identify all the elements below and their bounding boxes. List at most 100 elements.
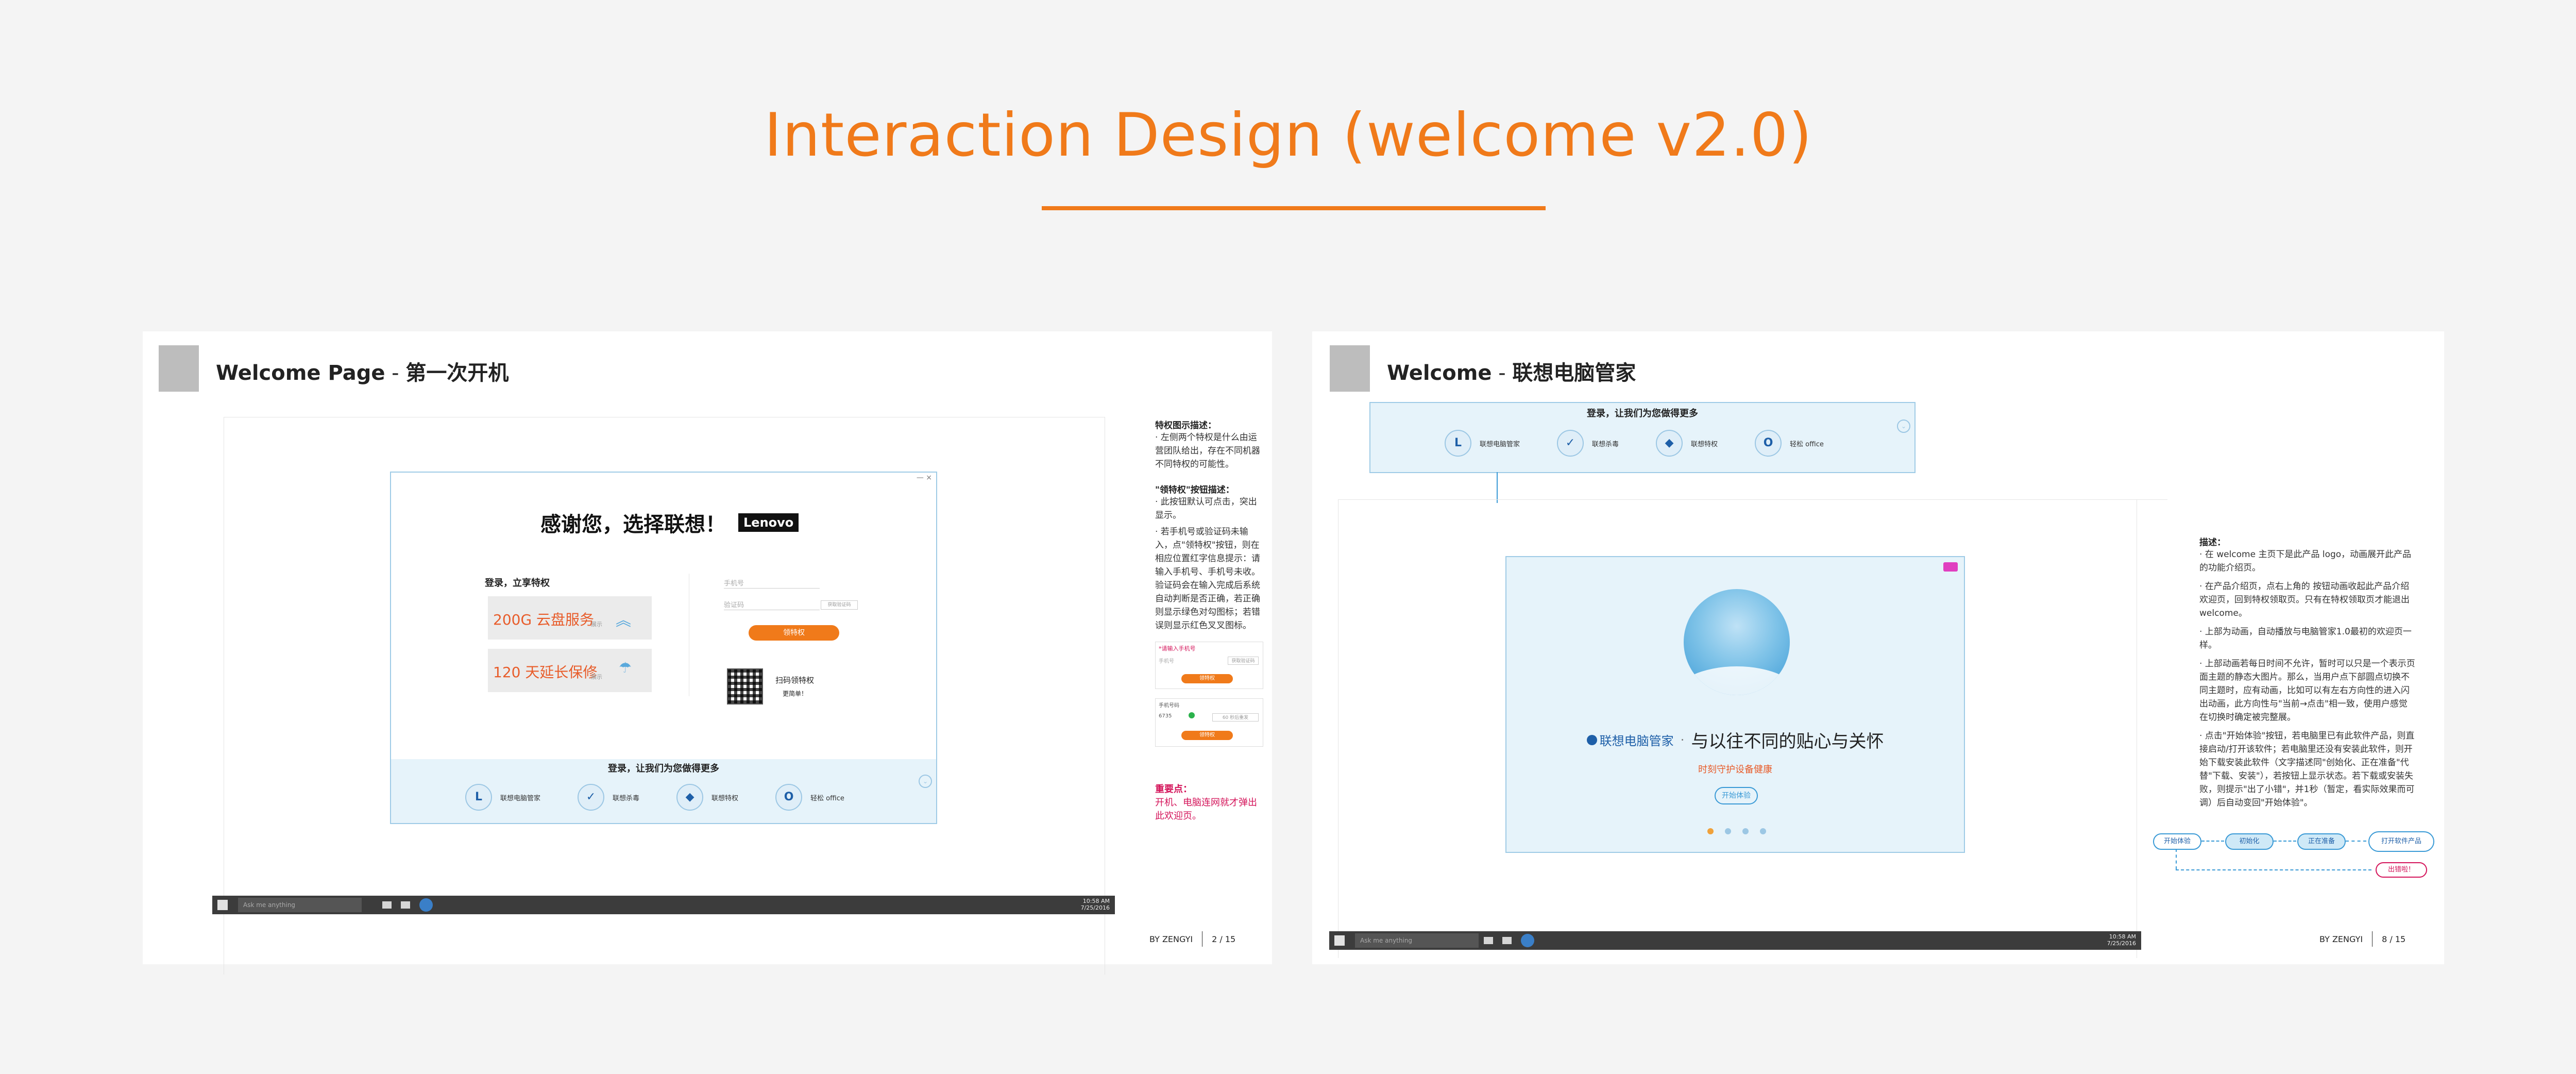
app-item[interactable]: ✓ 联想杀毒 (1557, 430, 1619, 457)
author-label: BY ZENGYI (1149, 934, 1193, 944)
button-state-flow: 开始体验 初始化 正在准备 打开软件产品 出错啦！ (2153, 831, 2442, 878)
flow-fail-line (2176, 869, 2371, 870)
mini-code-button: 获取验证码 (1228, 657, 1259, 665)
app-label: 轻松 office (810, 794, 844, 802)
privilege-icon: ◆ (1656, 430, 1683, 457)
note-text: · 在 welcome 主页下是此产品 logo，动画展开此产品的功能介绍页。 (2199, 549, 2412, 573)
task-view-icon[interactable] (382, 901, 392, 909)
flow-arrow (2346, 841, 2366, 842)
task-view-icon[interactable] (1484, 937, 1493, 944)
flow-step-init: 初始化 (2225, 833, 2274, 850)
pc-manager-taskbar-icon[interactable] (419, 898, 433, 912)
start-experience-button[interactable]: 开始体验 (1715, 787, 1758, 804)
get-code-button[interactable]: 获取验证码 (821, 600, 858, 610)
error-text: *请输入手机号 (1159, 645, 1196, 652)
benefit-card-cloud[interactable]: 200G 云盘服务 展示 ︽ (488, 596, 652, 640)
taskbar-date: 7/25/2016 (2107, 940, 2136, 947)
slide-marker (159, 345, 199, 392)
app-label: 联想电脑管家 (500, 794, 541, 802)
note-text: · 若手机号或验证码未输入，点"领特权"按钮，则在相应位置红字信息提示：请输入手… (1155, 527, 1260, 631)
notes-column: 特权图示描述： · 左侧两个特权是什么由运营团队给出，存在不同机器不同特权的可能… (1155, 418, 1263, 823)
slide-heading-sep: - (1492, 361, 1513, 385)
benefit-warranty-label: 120 天延长保修 (493, 664, 598, 681)
app-item[interactable]: ◆ 联想特权 (1656, 430, 1718, 457)
pc-manager-taskbar-icon[interactable] (1521, 934, 1534, 947)
carousel-dot[interactable] (1707, 828, 1714, 834)
taskbar: Ask me anything 10:58 AM 7/25/2016 (1329, 931, 2141, 950)
benefit-card-warranty[interactable]: 120 天延长保修 展示 ☂ (488, 649, 652, 692)
app-item[interactable]: O 轻松 office (1755, 430, 1824, 457)
app-item[interactable]: L 联想电脑管家 (465, 784, 540, 811)
login-bar: 登录，让我们为您做得更多 ⌄ L 联想电脑管家 ✓ 联想杀毒 ◆ 联想特权 O … (391, 759, 936, 823)
slide-heading-cn: 联想电脑管家 (1512, 361, 1636, 385)
pc-manager-icon: L (465, 784, 492, 811)
login-bar-title: 登录，让我们为您做得更多 (1587, 408, 1698, 419)
benefit-cloud-label: 200G 云盘服务 (493, 611, 595, 628)
slide-heading: Welcome Page - 第一次开机 (216, 356, 509, 386)
collapse-icon[interactable]: ⌄ (919, 775, 932, 788)
author-label: BY ZENGYI (2319, 934, 2363, 944)
app-item[interactable]: L 联想电脑管家 (1445, 430, 1520, 457)
guide-line (1338, 499, 2167, 500)
carousel-dot[interactable] (1725, 828, 1731, 834)
flow-step-open: 打开软件产品 (2368, 831, 2434, 852)
taskbar: Ask me anything 10:58 AM 7/25/2016 (212, 896, 1115, 914)
sphere-wave (1684, 666, 1790, 695)
windows-start-icon[interactable] (1334, 935, 1345, 946)
carousel-dot[interactable] (1760, 828, 1766, 834)
benefit-tag: 展示 (591, 621, 602, 628)
carousel-dot[interactable] (1742, 828, 1749, 834)
windows-start-icon[interactable] (217, 900, 228, 910)
note-text: · 左侧两个特权是什么由运营团队给出，存在不同机器不同特权的可能性。 (1155, 432, 1260, 469)
scan-sublabel: 更简单！ (783, 690, 808, 697)
claim-privilege-button[interactable]: 领特权 (749, 625, 839, 641)
welcome-subline: 时刻守护设备健康 (1698, 764, 1772, 775)
app-item[interactable]: O 轻松 office (775, 784, 844, 811)
taskbar-search[interactable]: Ask me anything (1355, 933, 1479, 948)
slide-footer: BY ZENGYI 8 / 15 (2319, 931, 2405, 947)
taskbar-clock[interactable]: 10:58 AM 7/25/2016 (2107, 933, 2136, 947)
file-explorer-icon[interactable] (401, 901, 410, 909)
antivirus-icon: ✓ (1557, 430, 1584, 457)
app-label: 联想特权 (1691, 440, 1718, 448)
close-intro-icon[interactable] (1943, 562, 1958, 572)
phone-input[interactable]: 手机号 (724, 578, 820, 589)
qr-code (727, 668, 763, 704)
note-text: · 在产品介绍页，点右上角的 按钮动画收起此产品介绍欢迎页，回到特权领取页。只有… (2199, 581, 2410, 618)
note-text: · 上部动画若每日时间不允许，暂时可以只是一个表示页面主题的静态大图片。那么，当… (2199, 659, 2415, 723)
key-point-text: 开机、电脑连网就才弹出此欢迎页。 (1155, 797, 1257, 821)
app-label: 联想电脑管家 (1480, 440, 1520, 448)
taskbar-clock[interactable]: 10:58 AM 7/25/2016 (1081, 898, 1110, 911)
welcome-dialog: — × 感谢您，选择联想！ Lenovo 登录，立享特权 200G 云盘服务 展… (390, 472, 937, 824)
flow-fail-line (2176, 849, 2178, 869)
error-state-sample: *请输入手机号 手机号 获取验证码 领特权 (1155, 642, 1263, 689)
note-heading: 描述： (2199, 538, 2226, 548)
welcome-headline: 联想电脑管家 · 与以往不同的贴心与关怀 (1506, 727, 1964, 752)
collapse-icon[interactable]: ⌄ (1897, 419, 1910, 433)
app-label: 联想特权 (711, 794, 739, 802)
slide-heading-cn: 第一次开机 (405, 361, 509, 385)
mini-claim-button: 领特权 (1181, 674, 1233, 683)
file-explorer-icon[interactable] (1502, 937, 1512, 944)
taskbar-search[interactable]: Ask me anything (238, 898, 362, 912)
privilege-icon: ◆ (676, 784, 704, 811)
app-list: L 联想电脑管家 ✓ 联想杀毒 ◆ 联想特权 O 轻松 office (1445, 430, 1824, 457)
page-number: 2 / 15 (1212, 934, 1236, 944)
app-item[interactable]: ◆ 联想特权 (676, 784, 738, 811)
notes-column: 描述： · 在 welcome 主页下是此产品 logo，动画展开此产品的功能介… (2199, 535, 2416, 810)
slide-marker (1330, 345, 1370, 392)
mini-phone-field: 手机号 (1159, 659, 1174, 664)
pc-manager-icon: L (1445, 430, 1471, 457)
slogan: 与以往不同的贴心与关怀 (1691, 731, 1884, 752)
app-label: 轻松 office (1790, 440, 1824, 448)
taskbar-date: 7/25/2016 (1080, 904, 1110, 911)
slide-heading-en: Welcome (1387, 361, 1492, 385)
title-underline (1042, 206, 1546, 210)
mini-claim-button: 领特权 (1181, 731, 1233, 740)
app-item[interactable]: ✓ 联想杀毒 (578, 784, 639, 811)
window-controls[interactable]: — × (917, 474, 932, 482)
code-input[interactable]: 验证码 (724, 599, 820, 610)
check-icon (1189, 712, 1195, 718)
umbrella-icon: ☂ (619, 659, 632, 676)
login-privilege-label: 登录，立享特权 (485, 578, 550, 589)
